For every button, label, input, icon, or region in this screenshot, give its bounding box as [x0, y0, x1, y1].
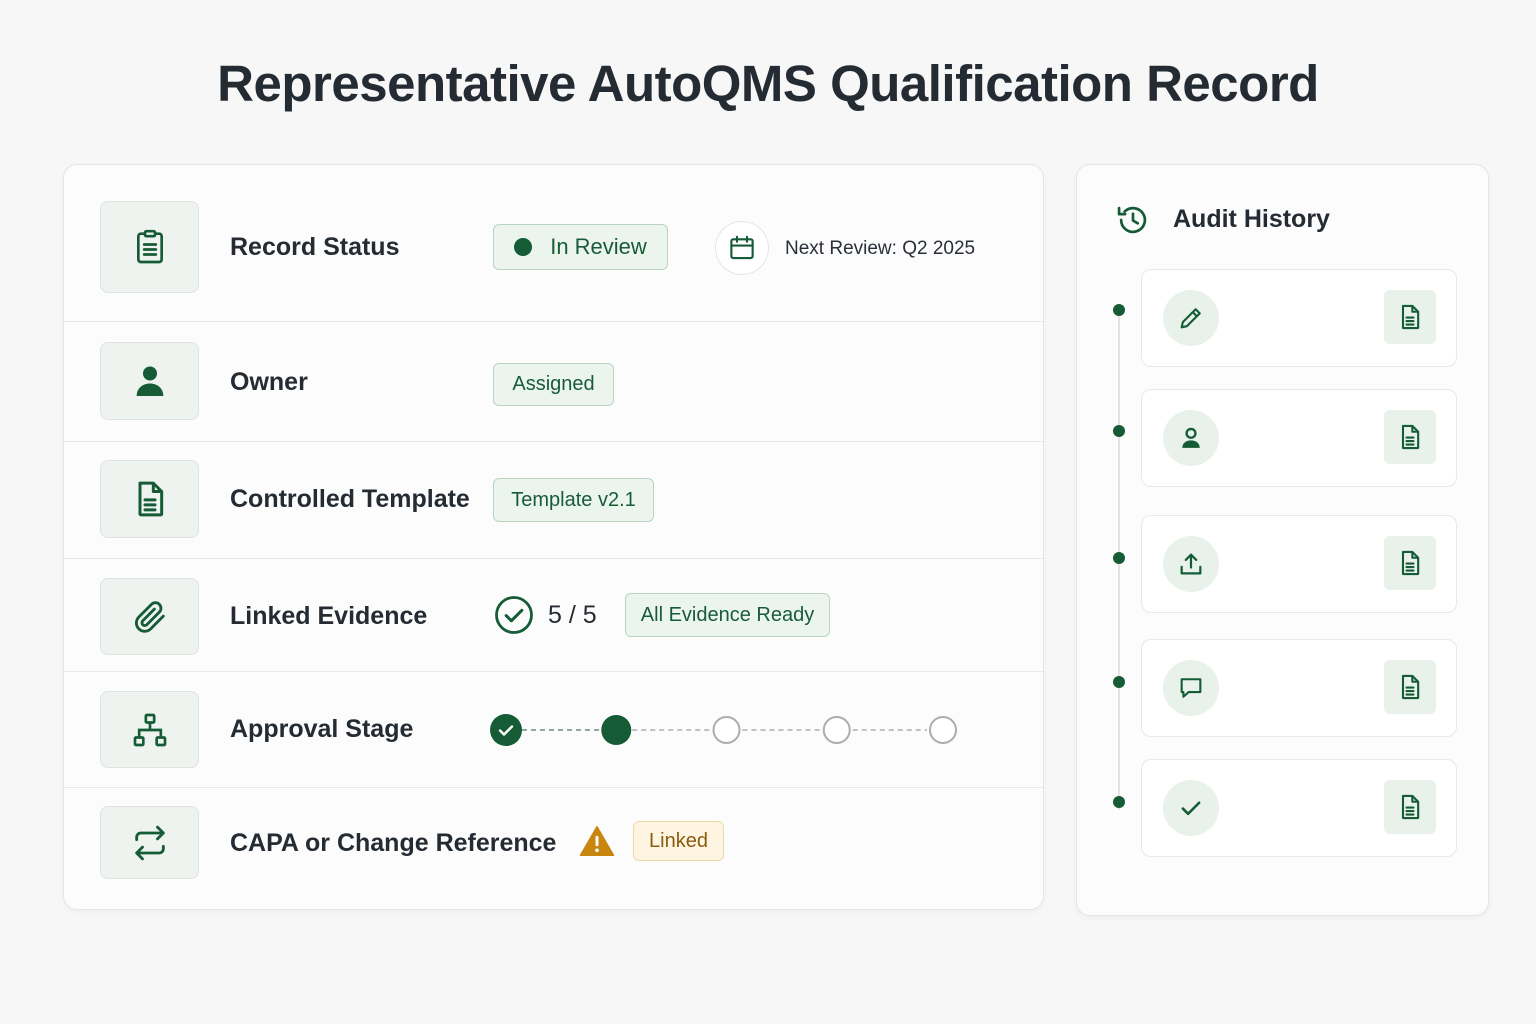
- record-status-row: Record Status In Review Next Review: Q2 …: [64, 165, 1043, 322]
- history-icon: [1114, 201, 1152, 239]
- status-badge[interactable]: In Review: [493, 224, 668, 270]
- record-card: Record Status In Review Next Review: Q2 …: [63, 164, 1044, 910]
- timeline-dot: [1113, 676, 1125, 688]
- owner-value: Assigned: [512, 373, 595, 395]
- user-icon: [100, 342, 199, 420]
- calendar-icon[interactable]: [715, 221, 769, 275]
- approval-label: Approval Stage: [230, 715, 414, 743]
- record-status-label: Record Status: [230, 233, 400, 261]
- hierarchy-icon: [100, 691, 199, 768]
- check-circle-icon: [493, 594, 535, 636]
- audit-history-panel: Audit History: [1076, 164, 1489, 916]
- stage-completed: [490, 714, 522, 746]
- stage-pending: [929, 716, 957, 744]
- timeline-dot: [1113, 304, 1125, 316]
- document-icon[interactable]: [1384, 660, 1436, 714]
- check-icon: [1163, 780, 1219, 836]
- audit-history-title: Audit History: [1173, 205, 1330, 233]
- owner-badge[interactable]: Assigned: [493, 363, 614, 406]
- paperclip-icon: [100, 578, 199, 655]
- audit-entry[interactable]: [1141, 639, 1457, 737]
- capa-label: CAPA or Change Reference: [230, 829, 557, 857]
- comment-icon: [1163, 660, 1219, 716]
- pencil-icon: [1163, 290, 1219, 346]
- approval-stepper: [490, 714, 957, 746]
- audit-entry[interactable]: [1141, 389, 1457, 487]
- timeline-dot: [1113, 796, 1125, 808]
- stage-pending: [712, 716, 741, 744]
- document-icon: [100, 460, 199, 538]
- evidence-value: All Evidence Ready: [640, 603, 815, 626]
- evidence-count: 5 / 5: [548, 601, 597, 629]
- stage-pending: [822, 716, 851, 744]
- owner-row: Owner Assigned: [64, 322, 1043, 442]
- evidence-label: Linked Evidence: [230, 602, 428, 630]
- template-badge[interactable]: Template v2.1: [493, 478, 654, 522]
- document-icon[interactable]: [1384, 290, 1436, 344]
- evidence-badge[interactable]: All Evidence Ready: [625, 593, 830, 637]
- template-label: Controlled Template: [230, 485, 470, 513]
- document-icon[interactable]: [1384, 536, 1436, 590]
- document-icon[interactable]: [1384, 780, 1436, 834]
- next-review-date: Next Review: Q2 2025: [785, 238, 976, 259]
- capa-badge[interactable]: Linked: [633, 821, 724, 861]
- audit-entry[interactable]: [1141, 759, 1457, 857]
- template-row: Controlled Template Template v2.1: [64, 442, 1043, 559]
- timeline-dot: [1113, 552, 1125, 564]
- timeline-dot: [1113, 425, 1125, 437]
- evidence-row: Linked Evidence 5 / 5 All Evidence Ready: [64, 559, 1043, 672]
- swap-arrows-icon: [100, 806, 199, 879]
- owner-label: Owner: [230, 368, 308, 396]
- warning-icon: [578, 823, 616, 859]
- approval-row: Approval Stage: [64, 672, 1043, 788]
- document-icon[interactable]: [1384, 410, 1436, 464]
- audit-entry[interactable]: [1141, 515, 1457, 613]
- template-value: Template v2.1: [511, 488, 636, 511]
- capa-row: CAPA or Change Reference Linked: [64, 788, 1043, 909]
- upload-icon: [1163, 536, 1219, 592]
- page-title: Representative AutoQMS Qualification Rec…: [217, 55, 1319, 112]
- capa-value: Linked: [649, 829, 708, 852]
- clipboard-icon: [100, 201, 199, 293]
- status-value: In Review: [550, 234, 647, 259]
- audit-entry[interactable]: [1141, 269, 1457, 367]
- status-dot: [514, 238, 533, 256]
- stage-current: [601, 715, 632, 745]
- user-icon: [1163, 410, 1219, 466]
